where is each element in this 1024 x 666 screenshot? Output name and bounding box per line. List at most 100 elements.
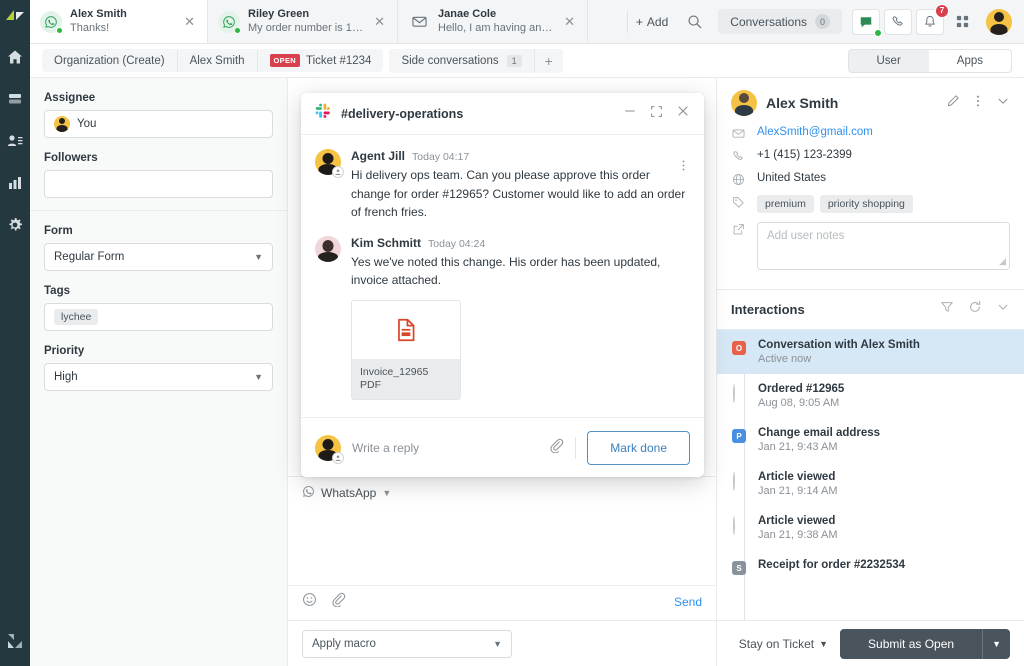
more-vertical-icon[interactable]	[677, 159, 690, 177]
avatar[interactable]	[731, 90, 757, 116]
tab-apps[interactable]: Apps	[929, 50, 1011, 72]
close-icon[interactable]: ✕	[182, 15, 197, 28]
list-item[interactable]: S Receipt for order #2232534	[717, 550, 1024, 583]
channel-selector[interactable]: WhatsApp ▼	[288, 477, 716, 507]
conversation-tab-riley-green[interactable]: Riley Green My order number is 19... ✕	[208, 0, 398, 43]
conversation-tab-janae-cole[interactable]: Janae Cole Hello, I am having an is... ✕	[398, 0, 588, 43]
customers-icon[interactable]	[3, 126, 27, 156]
breadcrumb-item-user[interactable]: Alex Smith	[178, 50, 258, 72]
chevron-down-icon: ▼	[254, 252, 263, 262]
views-list-icon[interactable]	[3, 84, 27, 114]
gear-icon[interactable]	[3, 210, 27, 240]
tab-name: Riley Green	[248, 8, 364, 21]
message-input[interactable]	[288, 507, 716, 585]
assignee-section: Assignee You Followers	[30, 78, 287, 211]
paperclip-icon[interactable]	[549, 438, 564, 458]
minimize-icon[interactable]	[623, 104, 637, 123]
priority-select[interactable]: High ▼	[44, 363, 273, 391]
close-icon[interactable]: ✕	[372, 15, 387, 28]
bar-chart-icon[interactable]	[3, 168, 27, 198]
list-item[interactable]: Article viewed Jan 21, 9:14 AM	[717, 462, 1024, 506]
assignee-value: You	[77, 118, 96, 130]
modal-messages: Agent Jill Today 04:17 Hi delivery ops t…	[301, 135, 704, 417]
interactions-title: Interactions	[731, 302, 805, 317]
avatar[interactable]	[986, 9, 1012, 35]
interaction-title: Receipt for order #2232534	[758, 559, 905, 571]
side-conversations-button[interactable]: Side conversations 1	[389, 50, 533, 72]
filter-icon[interactable]	[940, 300, 954, 319]
timeline-marker: P	[733, 429, 746, 442]
stay-on-ticket-select[interactable]: Stay on Ticket ▼	[739, 637, 828, 651]
chevron-down-icon: ▼	[493, 639, 502, 649]
breadcrumb-label: Organization (Create)	[54, 55, 165, 67]
form-select[interactable]: Regular Form ▼	[44, 243, 273, 271]
customer-context-panel: Alex Smith	[716, 78, 1024, 666]
priority-value: High	[54, 371, 78, 383]
chevron-down-icon[interactable]	[996, 94, 1010, 113]
attachment-card[interactable]: Invoice_12965 PDF	[351, 300, 461, 400]
close-icon[interactable]: ✕	[562, 15, 577, 28]
more-vertical-icon[interactable]	[971, 94, 985, 113]
status-badge: OPEN	[270, 54, 300, 67]
resize-grip-icon[interactable]: ◢	[999, 256, 1006, 267]
conversation-tab-alex-smith[interactable]: Alex Smith Thanks! ✕	[30, 0, 208, 43]
tab-name: Alex Smith	[70, 8, 174, 21]
apply-macro-select[interactable]: Apply macro ▼	[302, 630, 512, 658]
assignee-label: Assignee	[44, 92, 273, 104]
send-button[interactable]: Send	[674, 595, 702, 609]
list-item[interactable]: O Conversation with Alex Smith Active no…	[717, 330, 1024, 374]
home-icon[interactable]	[3, 42, 27, 72]
tags-field[interactable]: lychee	[44, 303, 273, 331]
list-item[interactable]: Article viewed Jan 21, 9:38 AM	[717, 506, 1024, 550]
user-apps-toggle: User Apps	[848, 49, 1013, 73]
timeline-marker	[733, 473, 746, 486]
chevron-down-icon[interactable]	[996, 300, 1010, 319]
customer-email[interactable]: AlexSmith@gmail.com	[757, 126, 873, 138]
timeline-marker-label: P	[732, 429, 746, 443]
customer-header-actions	[946, 94, 1010, 113]
paperclip-icon[interactable]	[331, 592, 346, 612]
tab-preview: Thanks!	[70, 22, 174, 35]
refresh-icon[interactable]	[968, 300, 982, 319]
chevron-down-icon: ▼	[819, 639, 828, 649]
close-icon[interactable]	[676, 104, 690, 123]
timeline-marker-label: S	[732, 561, 746, 575]
attachment-name: Invoice_12965	[360, 365, 452, 379]
bell-icon[interactable]: 7	[916, 9, 944, 35]
list-item[interactable]: Ordered #12965 Aug 08, 9:05 AM	[717, 374, 1024, 418]
interaction-subtitle: Aug 08, 9:05 AM	[758, 397, 844, 409]
tab-name: Janae Cole	[438, 8, 554, 21]
breadcrumb-item-organization[interactable]: Organization (Create)	[42, 50, 178, 72]
pencil-icon[interactable]	[946, 94, 960, 113]
apps-grid-icon[interactable]	[948, 9, 976, 35]
expand-icon[interactable]	[650, 105, 663, 123]
search-icon[interactable]	[680, 9, 708, 35]
ticket-footer: Apply macro ▼	[288, 620, 716, 666]
phone-icon[interactable]	[884, 9, 912, 35]
collapse-panel-icon[interactable]	[0, 632, 30, 650]
message-time: Today 04:24	[428, 238, 485, 250]
submit-button[interactable]: Submit as Open	[840, 629, 982, 659]
breadcrumb-item-ticket[interactable]: OPEN Ticket #1234	[258, 49, 384, 72]
interactions-header: Interactions	[717, 289, 1024, 330]
followers-field[interactable]	[44, 170, 273, 198]
submit-controls: Stay on Ticket ▼ Submit as Open ▼	[739, 629, 1010, 659]
zendesk-logo-icon[interactable]	[4, 4, 26, 28]
add-button[interactable]: + Add	[627, 11, 676, 33]
assignee-field[interactable]: You	[44, 110, 273, 138]
mark-done-button[interactable]: Mark done	[587, 431, 690, 465]
emoji-icon[interactable]	[302, 592, 317, 612]
add-side-conversation-button[interactable]: +	[534, 49, 563, 73]
side-conversations-label: Side conversations	[401, 55, 498, 67]
chat-bubble-icon[interactable]	[852, 9, 880, 35]
user-notes-input[interactable]: Add user notes ◢	[757, 222, 1010, 270]
submit-options-button[interactable]: ▼	[982, 629, 1010, 659]
message-meta: Kim Schmitt Today 04:24	[351, 236, 690, 250]
tab-preview: My order number is 19...	[248, 22, 364, 35]
add-label: Add	[647, 15, 668, 29]
tab-user[interactable]: User	[849, 50, 929, 72]
customer-notes-row: Add user notes ◢	[731, 222, 1010, 270]
reply-input[interactable]: Write a reply	[352, 441, 538, 455]
conversations-pill[interactable]: Conversations 0	[718, 9, 842, 34]
list-item[interactable]: P Change email address Jan 21, 9:43 AM	[717, 418, 1024, 462]
